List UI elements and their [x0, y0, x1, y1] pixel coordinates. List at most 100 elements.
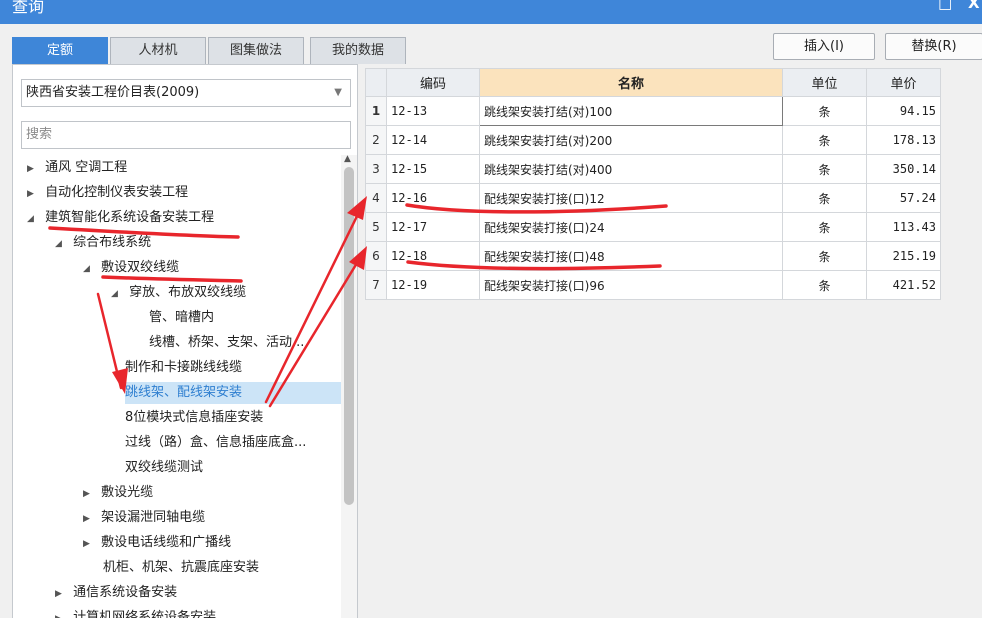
maximize-icon[interactable]: □	[938, 0, 952, 12]
table-row[interactable]: 7 12-19 配线架安装打接(口)96 条 421.52	[365, 270, 941, 300]
row-number: 1	[365, 96, 387, 126]
tree-item-patch-cord[interactable]: 制作和卡接跳线线缆	[125, 357, 242, 379]
column-header-price[interactable]: 单价	[866, 68, 941, 97]
tree-item-communication[interactable]: ▶ 通信系统设备安装	[55, 582, 177, 604]
tree-item-label: 架设漏泄同轴电缆	[101, 510, 206, 525]
row-number: 5	[365, 212, 387, 242]
cell-price[interactable]: 178.13	[866, 125, 941, 155]
tab-quota[interactable]: 定额	[12, 37, 108, 64]
cell-name[interactable]: 配线架安装打接(口)24	[479, 212, 783, 242]
column-header-unit[interactable]: 单位	[782, 68, 867, 97]
title-bar: 查询 □ X	[0, 0, 982, 24]
quota-table: 编码 名称 单位 单价 1 12-13 跳线架安装打结(对)100 条 94.1…	[365, 68, 941, 300]
cell-unit[interactable]: 条	[782, 212, 867, 242]
cell-code[interactable]: 12-15	[386, 154, 480, 184]
table-row[interactable]: 3 12-15 跳线架安装打结(对)400 条 350.14	[365, 154, 941, 184]
tree-item-building-intelligence[interactable]: ◢ 建筑智能化系统设备安装工程	[27, 207, 214, 229]
tree-item-cabinet[interactable]: 机柜、机架、抗震底座安装	[103, 557, 259, 579]
search-input[interactable]: 搜索	[21, 121, 351, 149]
library-select-value: 陕西省安装工程价目表(2009)	[26, 85, 200, 100]
expand-arrow-icon[interactable]: ▶	[27, 183, 41, 205]
table-row[interactable]: 4 12-16 配线架安装打接(口)12 条 57.24	[365, 183, 941, 213]
tree-item-pull-cable[interactable]: ◢ 穿放、布放双绞线缆	[111, 282, 246, 304]
column-header-code[interactable]: 编码	[386, 68, 480, 97]
tab-my-data[interactable]: 我的数据	[310, 37, 406, 64]
expand-arrow-icon[interactable]: ▶	[55, 608, 69, 618]
tree-item-label: 计算机网络系统设备安装	[73, 610, 217, 618]
cell-unit[interactable]: 条	[782, 241, 867, 271]
table-row[interactable]: 5 12-17 配线架安装打接(口)24 条 113.43	[365, 212, 941, 242]
expand-arrow-icon[interactable]: ▶	[27, 158, 41, 180]
tree-item-cable-test[interactable]: 双绞线缆测试	[125, 457, 203, 479]
cell-price[interactable]: 94.15	[866, 96, 941, 126]
cell-price[interactable]: 215.19	[866, 241, 941, 271]
insert-button[interactable]: 插入(I)	[773, 33, 875, 60]
tab-materials[interactable]: 人材机	[110, 37, 206, 64]
table-header: 编码 名称 单位 单价	[365, 68, 941, 97]
row-number-header	[365, 68, 387, 97]
cell-name[interactable]: 配线架安装打接(口)48	[479, 241, 783, 271]
cell-price[interactable]: 57.24	[866, 183, 941, 213]
table-row[interactable]: 1 12-13 跳线架安装打结(对)100 条 94.15	[365, 96, 941, 126]
cell-unit[interactable]: 条	[782, 125, 867, 155]
tree-item-tray[interactable]: 线槽、桥架、支架、活动...	[149, 332, 304, 354]
tree-item-patch-panel[interactable]: 跳线架、配线架安装	[125, 382, 341, 404]
scrollbar-thumb[interactable]	[344, 167, 354, 505]
tree-item-hvac[interactable]: ▶ 通风 空调工程	[27, 157, 127, 179]
collapse-arrow-icon[interactable]: ◢	[111, 283, 125, 305]
cell-name[interactable]: 配线架安装打接(口)96	[479, 270, 783, 300]
table-row[interactable]: 2 12-14 跳线架安装打结(对)200 条 178.13	[365, 125, 941, 155]
collapse-arrow-icon[interactable]: ◢	[83, 258, 97, 280]
expand-arrow-icon[interactable]: ▶	[83, 533, 97, 555]
cell-name[interactable]: 跳线架安装打结(对)400	[479, 154, 783, 184]
cell-price[interactable]: 421.52	[866, 270, 941, 300]
replace-button[interactable]: 替换(R)	[885, 33, 982, 60]
library-select[interactable]: 陕西省安装工程价目表(2009) ▼	[21, 79, 351, 107]
tree-item-label: 通信系统设备安装	[73, 585, 178, 600]
table-row[interactable]: 6 12-18 配线架安装打接(口)48 条 215.19	[365, 241, 941, 271]
tree-item-cabling-system[interactable]: ◢ 综合布线系统	[55, 232, 151, 254]
collapse-arrow-icon[interactable]: ◢	[27, 208, 41, 230]
tree-item-label: 穿放、布放双绞线缆	[129, 285, 247, 300]
cell-unit[interactable]: 条	[782, 183, 867, 213]
column-header-name[interactable]: 名称	[479, 68, 783, 97]
tree-scrollbar[interactable]: ▲	[341, 154, 357, 618]
cell-code[interactable]: 12-16	[386, 183, 480, 213]
tab-atlas-method[interactable]: 图集做法	[208, 37, 304, 64]
tree-item-leaky-coax[interactable]: ▶ 架设漏泄同轴电缆	[83, 507, 205, 529]
tree-item-fiber[interactable]: ▶ 敷设光缆	[83, 482, 153, 504]
cell-name[interactable]: 跳线架安装打结(对)200	[479, 125, 783, 155]
row-number: 3	[365, 154, 387, 184]
cell-unit[interactable]: 条	[782, 96, 867, 126]
row-number: 6	[365, 241, 387, 271]
cell-code[interactable]: 12-17	[386, 212, 480, 242]
cell-code[interactable]: 12-14	[386, 125, 480, 155]
cell-code[interactable]: 12-18	[386, 241, 480, 271]
cell-code[interactable]: 12-13	[386, 96, 480, 126]
expand-arrow-icon[interactable]: ▶	[83, 483, 97, 505]
cell-price[interactable]: 350.14	[866, 154, 941, 184]
expand-arrow-icon[interactable]: ▶	[83, 508, 97, 530]
cell-unit[interactable]: 条	[782, 154, 867, 184]
cell-code[interactable]: 12-19	[386, 270, 480, 300]
cell-price[interactable]: 113.43	[866, 212, 941, 242]
cell-name[interactable]: 跳线架安装打结(对)100	[479, 96, 783, 126]
chevron-down-icon[interactable]: ▼	[334, 80, 342, 106]
collapse-arrow-icon[interactable]: ◢	[55, 233, 69, 255]
tree-item-label: 敷设双绞线缆	[101, 260, 180, 275]
left-panel: 陕西省安装工程价目表(2009) ▼ 搜索 ▶ 通风 空调工程 ▶ 自动化控制仪…	[12, 64, 358, 618]
tree-item-label: 综合布线系统	[73, 235, 152, 250]
close-icon[interactable]: X	[968, 0, 980, 12]
tree-item-conduit[interactable]: 管、暗槽内	[149, 307, 214, 329]
tree-item-rj45-socket[interactable]: 8位模块式信息插座安装	[125, 407, 263, 429]
tree-item-network[interactable]: ▶ 计算机网络系统设备安装	[55, 607, 216, 618]
tree-item-phone-broadcast[interactable]: ▶ 敷设电话线缆和广播线	[83, 532, 231, 554]
cell-unit[interactable]: 条	[782, 270, 867, 300]
scroll-up-icon[interactable]: ▲	[344, 154, 351, 164]
cell-name[interactable]: 配线架安装打接(口)12	[479, 183, 783, 213]
tree-item-twisted-pair[interactable]: ◢ 敷设双绞线缆	[83, 257, 179, 279]
tree-item-junction-box[interactable]: 过线（路）盒、信息插座底盒...	[125, 432, 306, 454]
tree-item-automation[interactable]: ▶ 自动化控制仪表安装工程	[27, 182, 188, 204]
tree-item-label: 通风 空调工程	[45, 160, 128, 175]
expand-arrow-icon[interactable]: ▶	[55, 583, 69, 605]
